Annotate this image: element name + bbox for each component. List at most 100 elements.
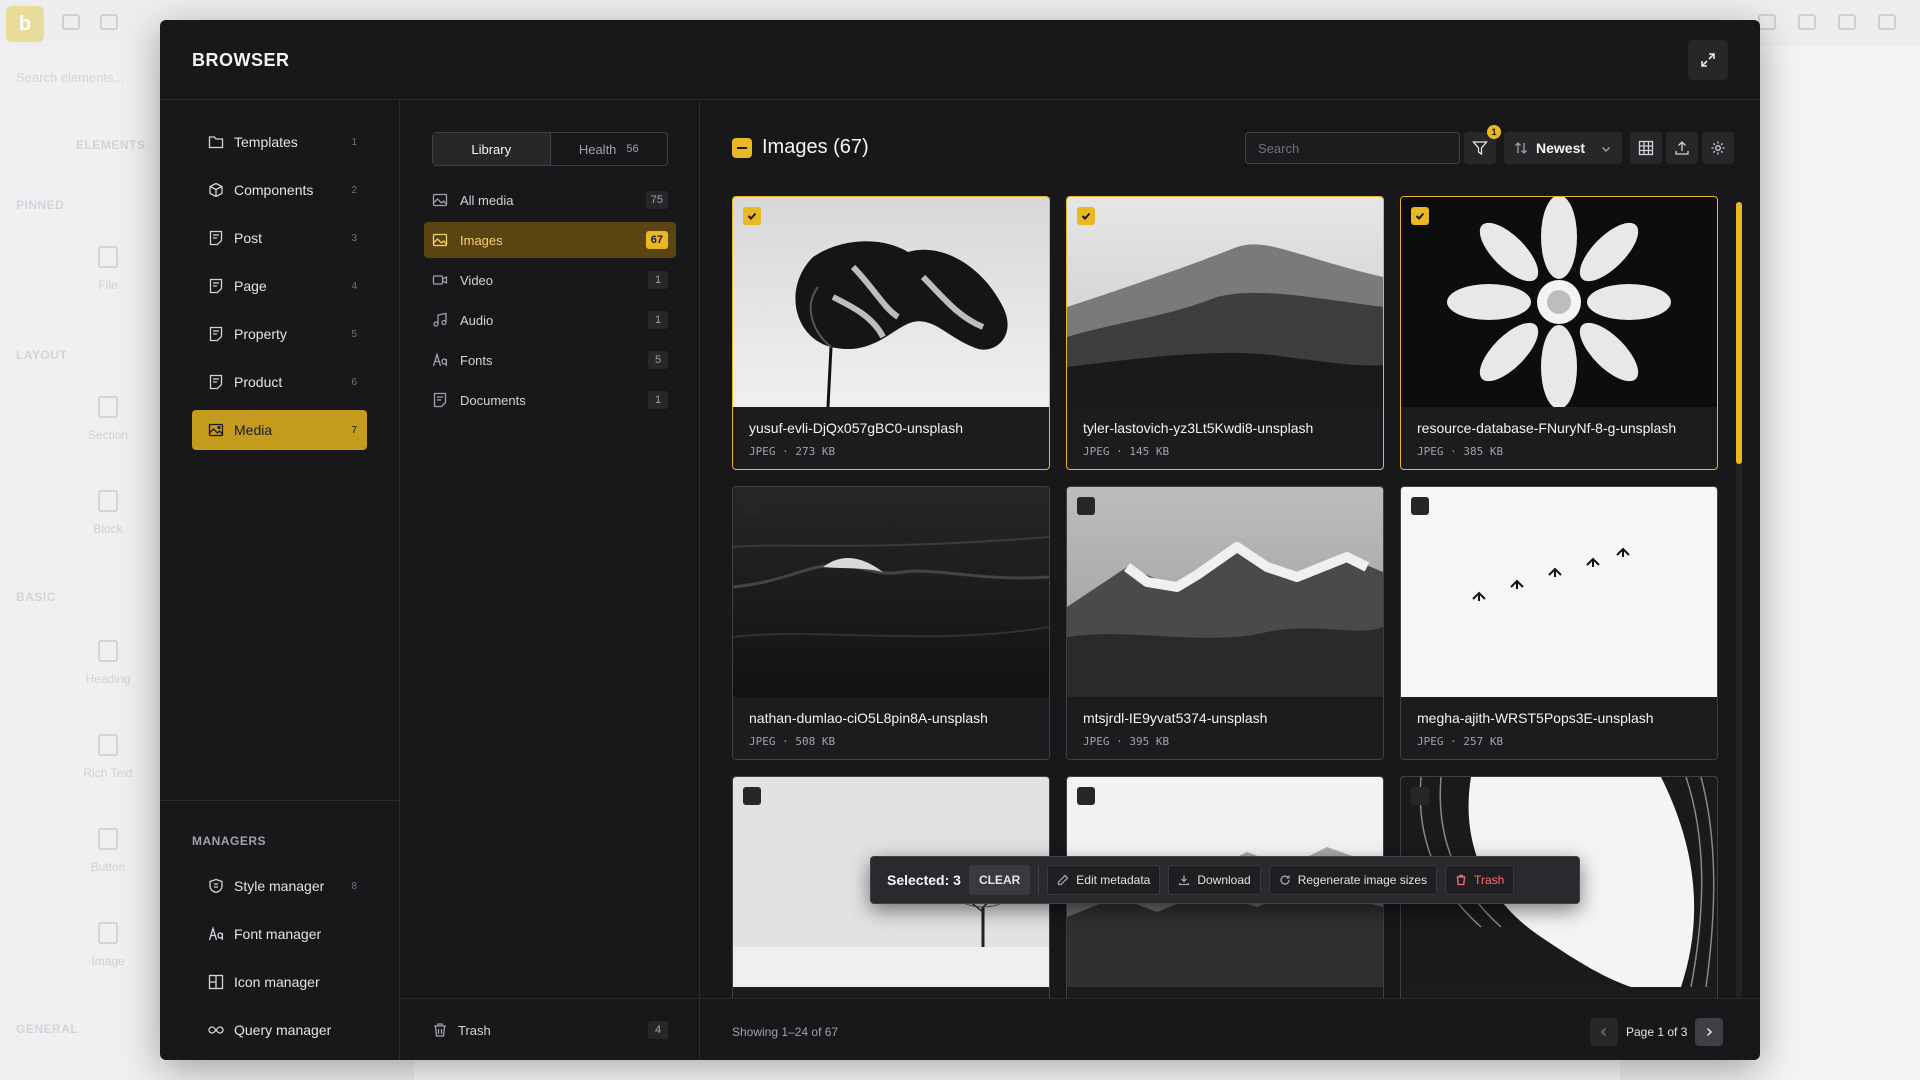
nav-label: Icon manager bbox=[234, 974, 320, 990]
settings-button[interactable] bbox=[1702, 132, 1734, 164]
image-type: JPEG bbox=[749, 735, 776, 748]
card-checkbox[interactable] bbox=[743, 787, 761, 805]
regenerate-sizes-button[interactable]: Regenerate image sizes bbox=[1268, 865, 1438, 895]
font-icon bbox=[208, 926, 224, 942]
image-type: JPEG bbox=[749, 445, 776, 458]
image-name: nathan-dumlao-ciO5L8pin8A-unsplash bbox=[749, 710, 988, 726]
type-video[interactable]: Video 1 bbox=[424, 262, 676, 298]
image-meta: JPEG · 508 KB bbox=[749, 735, 836, 748]
gear-icon bbox=[1711, 141, 1725, 155]
cube-icon bbox=[208, 182, 224, 198]
type-images[interactable]: Images 67 bbox=[424, 222, 676, 258]
expand-button[interactable] bbox=[1688, 40, 1728, 80]
nav-count: 1 bbox=[351, 136, 357, 148]
nav-item-post[interactable]: Post 3 bbox=[192, 218, 367, 258]
grid-view-button[interactable] bbox=[1630, 132, 1662, 164]
image-name: tyler-lastovich-yz3Lt5Kwdi8-unsplash bbox=[1083, 420, 1314, 436]
image-icon bbox=[432, 192, 450, 208]
media-card[interactable]: megha-ajith-WRST5Pops3E-unsplash JPEG · … bbox=[1400, 486, 1718, 760]
type-label: Fonts bbox=[460, 352, 493, 368]
card-checkbox[interactable] bbox=[1077, 497, 1095, 515]
type-fonts[interactable]: Fonts 5 bbox=[424, 342, 676, 378]
card-checkbox[interactable] bbox=[1077, 787, 1095, 805]
upload-button[interactable] bbox=[1666, 132, 1698, 164]
button-label: Download bbox=[1197, 873, 1251, 887]
type-all-media[interactable]: All media 75 bbox=[424, 182, 676, 218]
card-checkbox[interactable] bbox=[1411, 787, 1429, 805]
media-card[interactable]: mtsjrdl-IE9yvat5374-unsplash JPEG · 395 … bbox=[1066, 486, 1384, 760]
image-name: megha-ajith-WRST5Pops3E-unsplash bbox=[1417, 710, 1654, 726]
type-documents[interactable]: Documents 1 bbox=[424, 382, 676, 418]
trash-folder[interactable]: Trash 4 bbox=[432, 1021, 668, 1039]
library-health-switch: Library Health 56 bbox=[432, 132, 668, 166]
trash-selected-button[interactable]: Trash bbox=[1445, 865, 1515, 895]
media-card[interactable]: resource-database-FNuryNf-8-g-unsplash J… bbox=[1400, 196, 1718, 470]
card-checkbox[interactable] bbox=[1411, 207, 1429, 225]
modal-title: BROWSER bbox=[192, 50, 290, 70]
card-checkbox[interactable] bbox=[743, 207, 761, 225]
type-count: 67 bbox=[645, 231, 668, 249]
card-checkbox[interactable] bbox=[1077, 207, 1095, 225]
nav-item-product[interactable]: Product 6 bbox=[192, 362, 367, 402]
nav-label: Post bbox=[234, 230, 263, 246]
element-section: Section bbox=[60, 396, 156, 442]
nav-label: Property bbox=[234, 326, 287, 342]
image-size: 257 KB bbox=[1463, 735, 1504, 748]
type-audio[interactable]: Audio 1 bbox=[424, 302, 676, 338]
search-input[interactable]: Search bbox=[1245, 132, 1460, 164]
image-size: 385 KB bbox=[1463, 445, 1504, 458]
filter-count-badge: 1 bbox=[1487, 125, 1501, 139]
media-card[interactable]: yusuf-evli-DjQx057gBC0-unsplash JPEG · 2… bbox=[732, 196, 1050, 470]
grid-scrollbar[interactable] bbox=[1736, 202, 1742, 998]
results-count: Showing 1–24 of 67 bbox=[732, 1025, 839, 1039]
image-type: JPEG bbox=[1083, 735, 1110, 748]
image-type: JPEG bbox=[1083, 445, 1110, 458]
health-badge: 56 bbox=[626, 143, 639, 155]
content-title: Images (67) bbox=[762, 136, 869, 158]
document-icon bbox=[208, 374, 224, 390]
nav-item-components[interactable]: Components 2 bbox=[192, 170, 367, 210]
manager-font[interactable]: Font manager bbox=[192, 914, 367, 954]
nav-item-media[interactable]: Media 7 bbox=[192, 410, 367, 450]
media-browser-modal: BROWSER Templates 1 Components 2 Post 3 … bbox=[160, 20, 1760, 1060]
image-size: 508 KB bbox=[795, 735, 836, 748]
image-thumbnail bbox=[733, 487, 1049, 697]
pagination: Page 1 of 3 bbox=[1590, 1018, 1724, 1046]
card-checkbox[interactable] bbox=[743, 497, 761, 515]
media-card[interactable]: nathan-dumlao-ciO5L8pin8A-unsplash JPEG … bbox=[732, 486, 1050, 760]
media-card[interactable]: tyler-lastovich-yz3Lt5Kwdi8-unsplash JPE… bbox=[1066, 196, 1384, 470]
nav-label: Style manager bbox=[234, 878, 325, 894]
sort-select[interactable]: Newest bbox=[1504, 132, 1622, 164]
card-checkbox[interactable] bbox=[1411, 497, 1429, 515]
document-icon bbox=[432, 392, 450, 408]
nav-label: Query manager bbox=[234, 1022, 332, 1038]
clear-selection-button[interactable]: CLEAR bbox=[968, 865, 1031, 895]
manager-style[interactable]: Style manager 8 bbox=[192, 866, 367, 906]
chevron-left-icon bbox=[1600, 1027, 1607, 1037]
manager-icon[interactable]: Icon manager bbox=[192, 962, 367, 1002]
video-icon bbox=[432, 272, 450, 288]
tab-library[interactable]: Library bbox=[433, 133, 551, 165]
folder-icon bbox=[100, 14, 118, 30]
edit-metadata-button[interactable]: Edit metadata bbox=[1047, 865, 1161, 895]
scrollbar-thumb[interactable] bbox=[1736, 202, 1742, 464]
nav-label: Product bbox=[234, 374, 283, 390]
chevron-down-icon bbox=[1600, 142, 1612, 158]
element-block: Block bbox=[60, 490, 156, 536]
pencil-icon bbox=[1057, 874, 1069, 886]
select-all-checkbox[interactable] bbox=[732, 137, 752, 158]
prev-page-button[interactable] bbox=[1590, 1018, 1618, 1046]
edit-icon bbox=[1758, 14, 1776, 30]
manager-query[interactable]: Query manager bbox=[192, 1010, 367, 1050]
image-size: 145 KB bbox=[1129, 445, 1170, 458]
nav-item-templates[interactable]: Templates 1 bbox=[192, 122, 367, 162]
next-page-button[interactable] bbox=[1695, 1018, 1724, 1046]
elements-search: Search elements... bbox=[16, 70, 125, 85]
nav-item-property[interactable]: Property 5 bbox=[192, 314, 367, 354]
tab-health[interactable]: Health 56 bbox=[551, 133, 668, 165]
nav-label: Font manager bbox=[234, 926, 322, 942]
nav-item-page[interactable]: Page 4 bbox=[192, 266, 367, 306]
download-button[interactable]: Download bbox=[1168, 865, 1261, 895]
section-layout: LAYOUT bbox=[16, 348, 68, 362]
filter-button[interactable]: 1 bbox=[1464, 125, 1501, 164]
